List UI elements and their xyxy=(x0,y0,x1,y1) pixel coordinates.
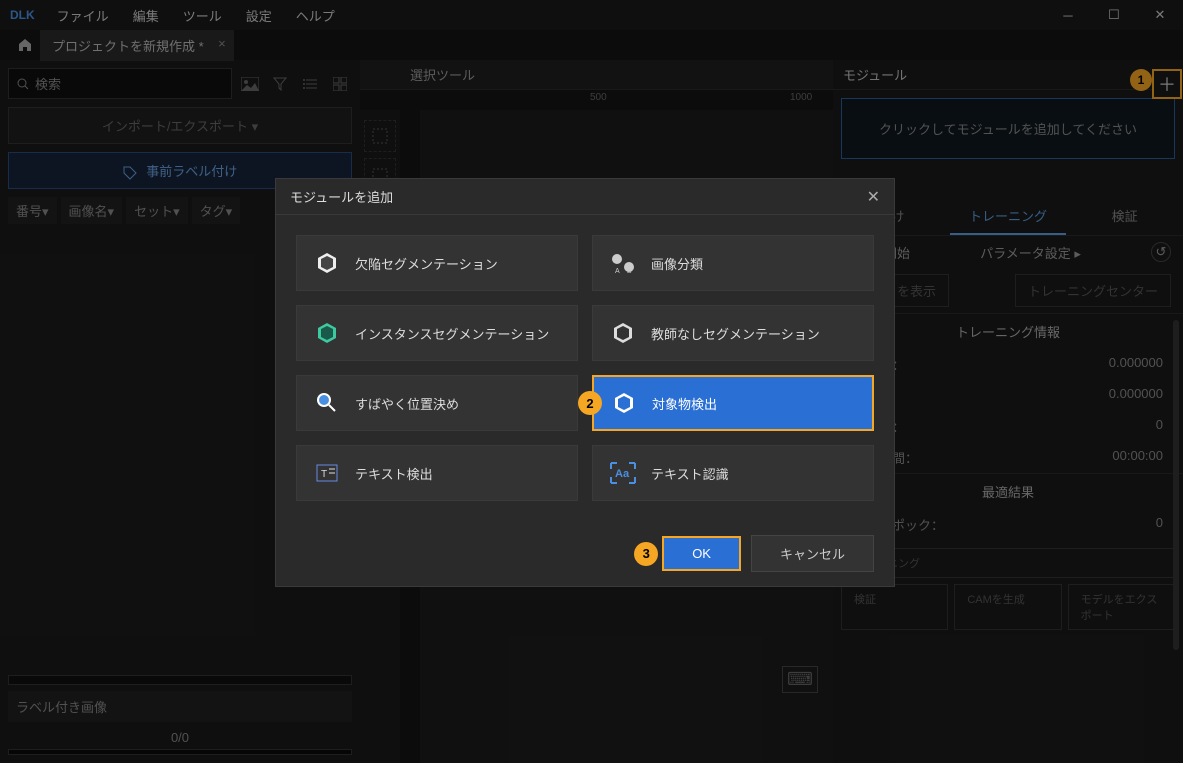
hexagon-icon xyxy=(610,389,638,417)
ok-button[interactable]: OK xyxy=(662,536,741,571)
module-unsupervised-segmentation[interactable]: 教師なしセグメンテーション xyxy=(592,305,874,361)
module-label: インスタンスセグメンテーション xyxy=(355,324,549,343)
module-label: 画像分類 xyxy=(651,254,703,273)
svg-text:A: A xyxy=(615,268,620,275)
svg-text:Aa: Aa xyxy=(615,468,630,480)
module-defect-segmentation[interactable]: 欠陥セグメンテーション xyxy=(296,235,578,291)
module-image-classification[interactable]: AB 画像分類 xyxy=(592,235,874,291)
cancel-button[interactable]: キャンセル xyxy=(751,535,874,572)
module-label: テキスト認識 xyxy=(651,464,729,483)
module-instance-segmentation[interactable]: インスタンスセグメンテーション xyxy=(296,305,578,361)
add-module-modal: モジュールを追加 ✕ 欠陥セグメンテーション AB 画像分類 インスタンスセグメ… xyxy=(275,178,895,587)
bolts-icon: AB xyxy=(609,249,637,277)
module-text-recognition[interactable]: Aa テキスト認識 xyxy=(592,445,874,501)
svg-text:B: B xyxy=(627,268,632,275)
modal-close-icon[interactable]: ✕ xyxy=(867,187,880,207)
magnifier-icon xyxy=(313,389,341,417)
module-text-detection[interactable]: T テキスト検出 xyxy=(296,445,578,501)
hexagon-green-icon xyxy=(313,319,341,347)
module-label: テキスト検出 xyxy=(355,464,433,483)
hexagon-icon xyxy=(313,249,341,277)
badge-2: 2 xyxy=(578,391,602,415)
svg-text:T: T xyxy=(321,469,327,480)
module-label: すばやく位置決め xyxy=(355,394,459,413)
module-fast-positioning[interactable]: すばやく位置決め xyxy=(296,375,578,431)
module-label: 欠陥セグメンテーション xyxy=(355,254,498,273)
text-recog-icon: Aa xyxy=(609,459,637,487)
modal-title: モジュールを追加 xyxy=(290,187,393,206)
text-detect-icon: T xyxy=(313,459,341,487)
hexagon-outline-icon xyxy=(609,319,637,347)
module-label: 対象物検出 xyxy=(652,394,717,413)
badge-3: 3 xyxy=(634,542,658,566)
module-object-detection[interactable]: 2 対象物検出 xyxy=(592,375,874,431)
module-label: 教師なしセグメンテーション xyxy=(651,324,820,343)
